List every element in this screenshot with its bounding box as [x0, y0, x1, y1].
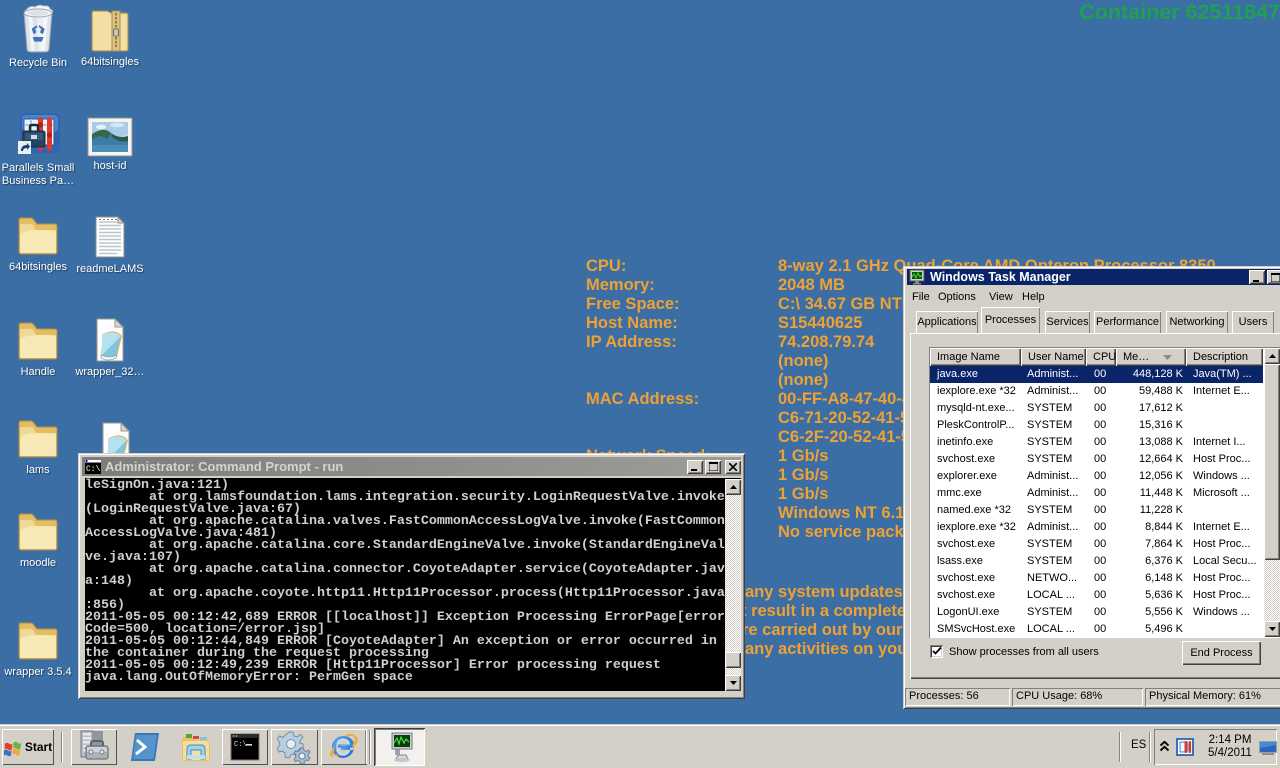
svg-text:C:\: C:\	[234, 741, 247, 749]
svg-text:C:\: C:\	[86, 465, 101, 474]
